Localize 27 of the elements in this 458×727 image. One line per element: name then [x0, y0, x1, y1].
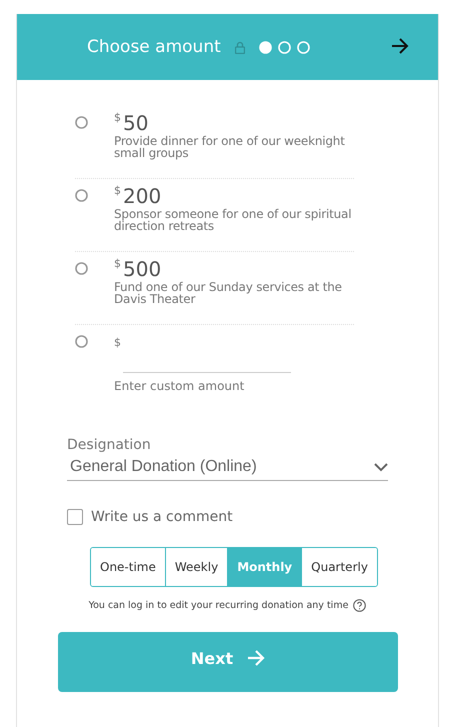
field-label: Designation — [67, 437, 152, 453]
info-note: You can log in to edit your recurring donation any time — [88, 600, 348, 611]
help-icon[interactable] — [353, 599, 366, 612]
arrow-right-icon — [247, 650, 266, 666]
checkbox-label: Write us a comment — [91, 509, 233, 525]
arrow-right-icon[interactable] — [391, 38, 409, 54]
amount-value: 200 — [123, 185, 162, 207]
currency-sign: $ — [114, 184, 121, 197]
lock-icon — [234, 40, 245, 54]
currency-sign: $ — [114, 257, 121, 270]
amount-description: Fund one of our Sunday services at the Davis Theater — [114, 281, 343, 305]
radio-button[interactable] — [75, 262, 88, 275]
chevron-down-icon — [374, 462, 388, 472]
step-title: Choose amount — [87, 37, 221, 57]
amount-description: Sponsor someone for one of our spiritual direction retreats — [114, 208, 352, 232]
currency-sign: $ — [114, 111, 121, 124]
currency-sign: $ — [114, 336, 121, 349]
amount-value: 500 — [123, 258, 162, 280]
radio-button[interactable] — [75, 116, 88, 129]
amount-value: 50 — [123, 112, 148, 134]
radio-button[interactable] — [75, 335, 88, 348]
radio-button[interactable] — [75, 189, 88, 202]
frequency-tab[interactable]: Quarterly — [301, 548, 377, 586]
amount-description: Provide dinner for one of our weeknight small groups — [114, 135, 346, 159]
field-hint: Enter custom amount — [114, 379, 246, 393]
designation-select[interactable]: General Donation (Online) — [67, 456, 388, 481]
checkbox[interactable] — [67, 509, 83, 525]
